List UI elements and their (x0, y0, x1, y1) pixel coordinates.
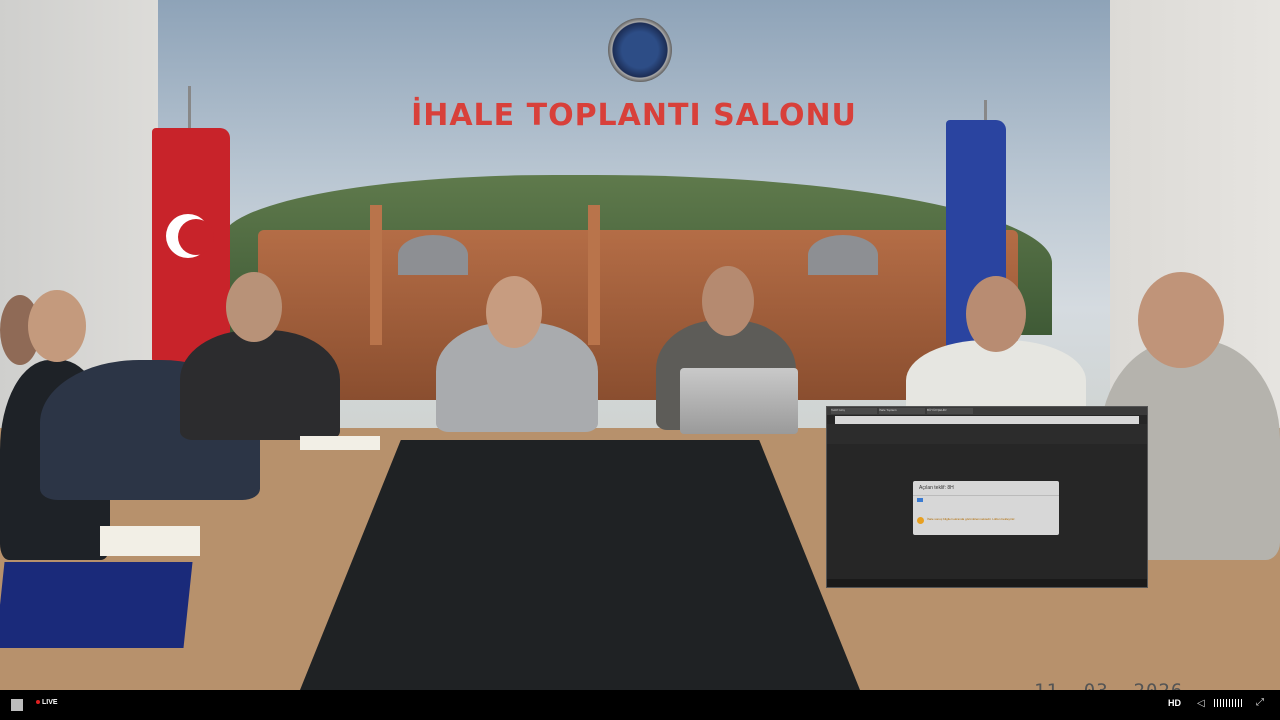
blue-folder (0, 562, 193, 648)
browser-tab: Teklif Giriş (831, 408, 877, 414)
notebook (300, 436, 380, 450)
player-control-bar: LIVE HD ◁ ⤢ (0, 690, 1280, 720)
dialog-ok-button (917, 498, 923, 502)
notebook (100, 526, 200, 556)
live-label: LIVE (42, 699, 58, 706)
video-timestamp: 11. 03. 2026 11:10:13 (1034, 680, 1280, 690)
browser-address-bar (835, 416, 1139, 424)
video-frame: İHALE TOPLANTI SALONU Teklif Giriş İhale… (0, 0, 1280, 690)
live-indicator[interactable]: LIVE (36, 699, 58, 706)
fullscreen-icon[interactable]: ⤢ (1256, 697, 1264, 708)
stop-icon[interactable] (11, 699, 23, 711)
person-head (702, 266, 754, 336)
browser-tab: İhale Toplantı (879, 408, 925, 414)
os-taskbar (827, 579, 1147, 587)
turkish-flag (152, 128, 230, 363)
person (180, 330, 340, 440)
person-head (226, 272, 282, 342)
mural-dome (398, 235, 468, 275)
person-head (28, 290, 86, 362)
dialog-message: İhale sonuç bilgileri ekranda görüntülen… (927, 517, 1016, 521)
laptop (680, 368, 798, 434)
browser-tab-strip: Teklif Giriş İhale Toplantı BÜYÜKŞEHİR (827, 407, 1147, 415)
browser-tab: BÜYÜKŞEHİR (927, 408, 973, 414)
modal-dialog: Açılan teklif: 8H İhale sonuç bilgileri … (913, 481, 1059, 535)
page-header (827, 424, 1147, 444)
live-dot-icon (36, 700, 40, 705)
quality-button[interactable]: HD (1168, 698, 1181, 708)
mural-minaret (588, 205, 600, 345)
volume-slider[interactable] (1214, 699, 1242, 707)
dialog-title: Açılan teklif: 8H (913, 481, 1059, 496)
mural-minaret (370, 205, 382, 345)
speaker-icon[interactable]: ◁ (1197, 698, 1205, 709)
mural-dome (808, 235, 878, 275)
person-head (966, 276, 1026, 352)
warning-icon (917, 517, 924, 524)
person-head (1138, 272, 1224, 368)
municipality-logo (608, 18, 672, 82)
crescent-icon (166, 214, 214, 258)
shared-screen-overlay: Teklif Giriş İhale Toplantı BÜYÜKŞEHİR A… (826, 406, 1148, 588)
person-head (486, 276, 542, 348)
